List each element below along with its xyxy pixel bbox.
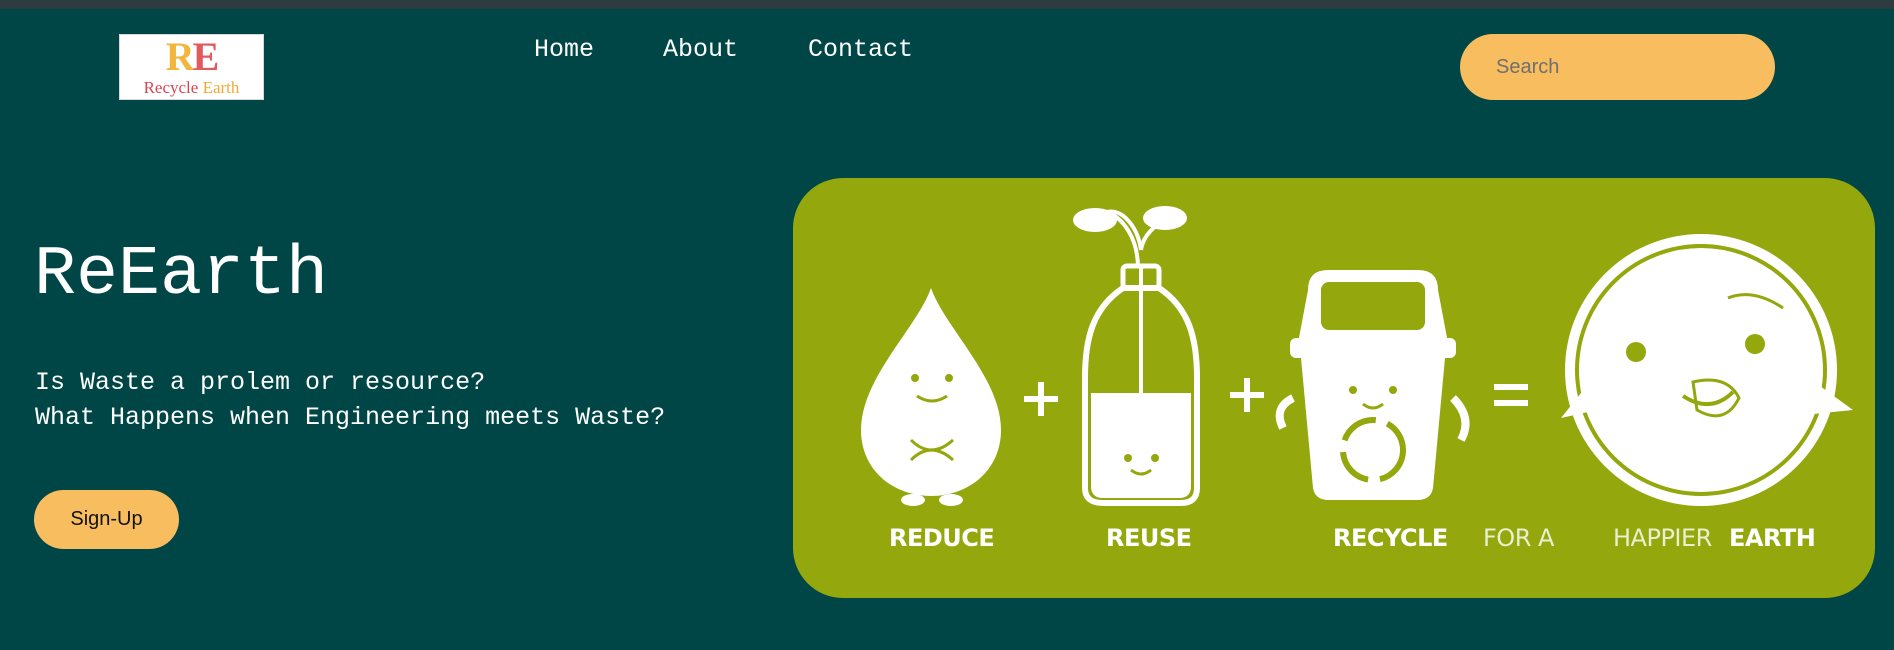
label-recycle: RECYCLE	[1333, 524, 1448, 552]
signup-button[interactable]: Sign-Up	[34, 490, 179, 549]
logo-wordmark: Recycle Earth	[120, 79, 263, 97]
logo-letter-e: E	[192, 34, 220, 79]
label-for-a: FOR A	[1483, 524, 1554, 552]
logo-monogram: RE	[120, 37, 263, 77]
hero-subtitle-line: Is Waste a prolem or resource?	[35, 368, 486, 397]
nav-home-link[interactable]: Home	[534, 35, 594, 64]
logo-word-earth: Earth	[202, 78, 240, 97]
hero-subtitle-line: What Happens when Engineering meets Wast…	[35, 403, 666, 432]
logo-letter-r: R	[165, 34, 195, 79]
label-reduce: REDUCE	[889, 524, 995, 552]
browser-top-strip	[0, 0, 1894, 9]
equals-icon	[1494, 384, 1528, 406]
logo-word-recycle: Recycle	[143, 78, 199, 97]
hero-subtitle: Is Waste a prolem or resource? What Happ…	[35, 365, 665, 435]
water-drop-icon	[861, 288, 1001, 506]
label-reuse: REUSE	[1106, 524, 1192, 552]
recycle-bin-icon	[1275, 270, 1470, 500]
recycle-earth-logo[interactable]: RE Recycle Earth	[119, 34, 264, 100]
nav-about-link[interactable]: About	[663, 35, 738, 64]
bottle-sprout-icon	[1073, 206, 1200, 506]
reduce-reuse-recycle-banner: REDUCE REUSE RECYCLE FOR A HAPPIER EARTH	[793, 178, 1875, 598]
plus-icon	[1230, 378, 1264, 412]
label-happier: HAPPIER	[1613, 524, 1712, 552]
search-input[interactable]	[1460, 34, 1775, 100]
earth-globe-icon	[1561, 234, 1853, 506]
nav-contact-link[interactable]: Contact	[808, 35, 913, 64]
hero-title: ReEarth	[34, 236, 329, 315]
label-earth: EARTH	[1729, 524, 1816, 552]
plus-icon	[1024, 382, 1058, 416]
